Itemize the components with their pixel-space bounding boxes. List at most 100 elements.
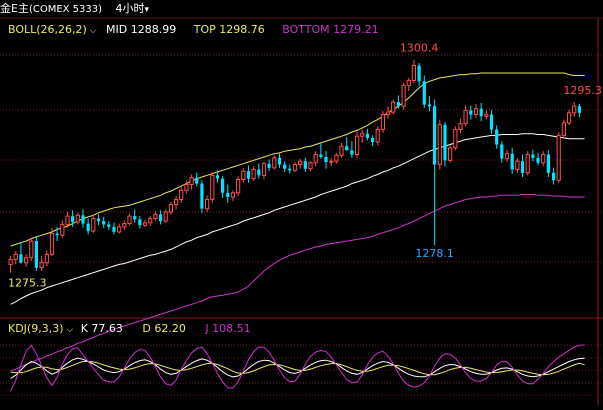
candle-body-up [541,154,546,164]
candle-body-up [60,223,65,236]
candle-body-down [200,183,204,209]
candle-body-down [577,106,581,113]
candle-body-up [236,179,241,194]
candle-body-up [153,213,158,220]
candle-body-down [257,169,261,176]
candle-body-down [221,178,225,193]
candle-body-up [127,215,132,225]
candle-body-up [230,192,236,198]
candle-body-down [350,150,354,155]
kdj-indicator-selector[interactable]: KDJ(9,3,3) ⌵ [8,322,73,335]
candle-body-up [437,124,442,165]
candle-body-up [401,84,406,107]
candle-body-down [371,137,375,143]
price-annotation: 1295.3 [563,84,602,97]
candle-body-up [572,105,577,114]
chevron-down-icon: ⌵ [86,26,97,36]
candle-body-up [117,226,122,233]
candle-body-down [546,154,550,173]
candle-body-down [158,214,163,222]
candle-body-down [303,161,307,169]
candle-body-down [479,108,483,117]
period-selector[interactable]: 4小时▾ [116,2,150,15]
candle-body-up [463,109,468,125]
candle-body-up [339,145,344,156]
candle-body-down [365,133,369,138]
candle-body-down [215,175,219,179]
candle-body-down [489,114,494,130]
candle-body-up [8,258,13,265]
candle-body-down [427,104,431,107]
kdj-d-value: D 62.20 [142,322,186,335]
chevron-down-icon: ⌵ [63,325,74,335]
candle-body-up [308,162,313,170]
price-annotation: 1300.4 [400,42,439,55]
candle-body-down [417,65,421,82]
candle-body-down [443,124,447,161]
candle-body-up [515,160,520,170]
candle-body-down [469,110,473,115]
price-annotation: 1275.3 [8,277,47,290]
candle-body-down [536,157,540,163]
boll-bottom-value: BOTTOM 1279.21 [282,23,379,36]
candle-body-up [142,222,148,226]
kdj-k-line [10,357,585,379]
candle-body-down [55,233,59,236]
boll-bottom-line [10,194,585,372]
candle-body-down [81,215,85,224]
candle-body-up [313,154,318,164]
boll-top-value: TOP 1298.76 [193,23,265,36]
candle-body-down [396,102,400,107]
candle-body-down [510,153,514,170]
candle-body-up [13,253,18,260]
candle-body-up [567,112,572,124]
boll-mid-line [10,133,585,305]
candle-body-up [44,253,49,264]
candle-body-up [148,218,153,224]
candle-body-up [261,163,267,176]
candle-body-down [138,219,142,226]
candle-body-up [29,240,34,259]
boll-indicator-selector[interactable]: BOLL(26,26,2) ⌵ [8,23,97,36]
candle-body-down [552,172,556,181]
candle-body-up [168,204,174,213]
candle-body-up [448,147,453,161]
boll-mid-value: MID 1288.99 [106,23,177,36]
candle-body-down [102,221,106,225]
exchange-label: (COMEX 5333) [28,4,103,15]
kdj-legend: KDJ(9,3,3) ⌵ K 77.63 D 62.20 J 108.51 [8,322,251,337]
candle-body-down [324,157,328,162]
candle-body-down [195,177,199,184]
candle-body-up [205,199,210,210]
title-bar: 金E主(COMEX 5333) 4小时▾ [0,2,149,17]
candlesticks [8,59,581,273]
chart-canvas: 1300.4 1278.1 1295.3 1275.3 [0,17,603,406]
candle-body-down [226,192,230,197]
candle-body-up [386,111,391,116]
candle-body-down [19,254,23,263]
candle-body-up [458,123,463,130]
candle-body-up [355,135,360,155]
candle-body-up [329,160,334,163]
candle-body-down [422,81,426,105]
candle-body-down [246,171,251,179]
candle-body-down [345,146,349,151]
candle-body-up [334,154,339,162]
kdj-name: KDJ(9,3,3) [8,322,64,335]
candle-body-down [495,129,499,145]
candle-body-up [241,170,246,180]
candle-body-up [292,164,298,171]
candle-body-down [34,241,38,268]
candle-body-up [91,218,96,232]
candle-body-down [283,164,287,169]
candle-body-down [86,223,90,232]
candle-body-down [107,224,111,227]
candle-body-up [380,114,385,131]
candle-body-down [520,161,525,173]
symbol-label: 金E主 [0,2,29,15]
candle-body-up [24,257,29,264]
candle-body-up [210,174,215,200]
chevron-down-icon: ▾ [144,5,150,15]
candle-body-up [189,177,194,186]
boll-legend: BOLL(26,26,2) ⌵ MID 1288.99 TOP 1298.76 … [8,23,379,38]
